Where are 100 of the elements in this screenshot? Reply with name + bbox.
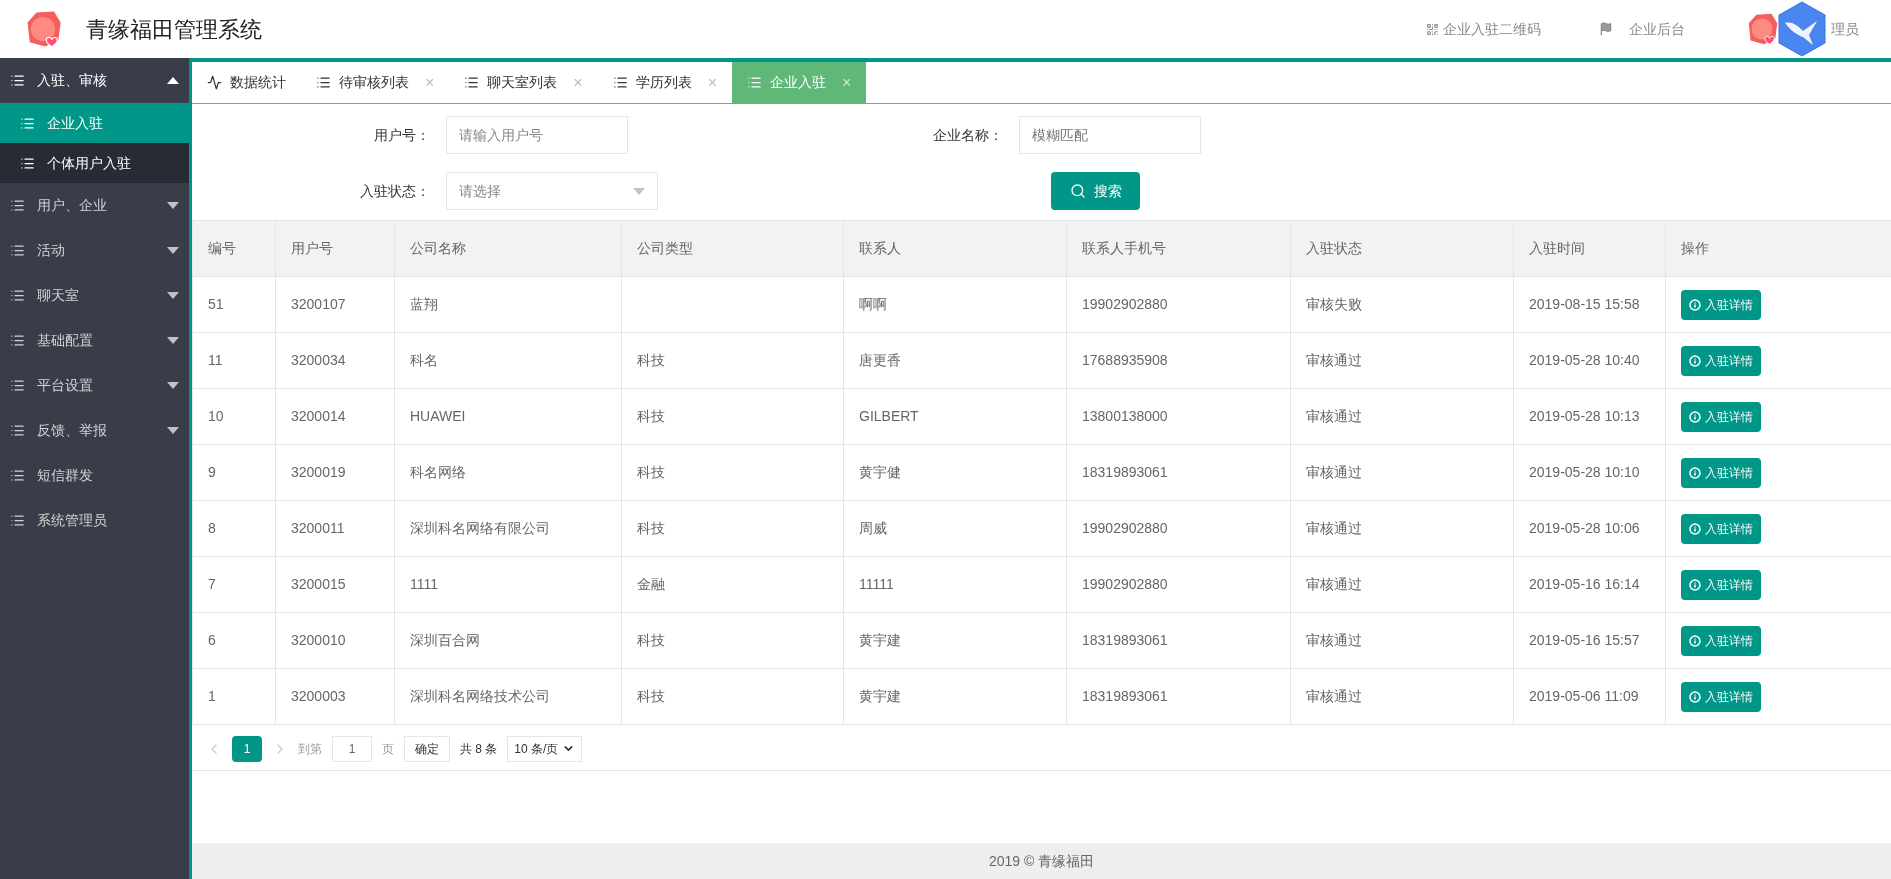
table-cell: 黄宇建 — [843, 668, 1067, 725]
table-cell: 审核通过 — [1290, 668, 1514, 725]
table-cell: 科技 — [621, 388, 844, 445]
status-select[interactable]: 请选择 — [446, 172, 658, 210]
table-cell: 唐更香 — [843, 332, 1067, 389]
header-link[interactable]: 企业后台 — [1599, 18, 1685, 40]
column-header: 入驻时间 — [1513, 220, 1666, 277]
tab[interactable]: 聊天室列表 × — [449, 62, 598, 103]
header-link[interactable]: 企业入驻二维码 — [1426, 18, 1541, 40]
user-number-field[interactable]: 请输入用户号 — [446, 116, 628, 154]
tab[interactable]: 学历列表 × — [597, 62, 733, 103]
column-header: 操作 — [1665, 220, 1891, 277]
sidebar-item[interactable]: 短信群发 — [0, 453, 189, 498]
column-header: 用户号 — [275, 220, 395, 277]
table-cell: 科技 — [621, 668, 844, 725]
details-button[interactable]: 入驻详情 — [1681, 681, 1761, 712]
page-number[interactable]: 1 — [232, 735, 262, 762]
search-icon — [1069, 183, 1086, 199]
caret-down-icon — [167, 202, 179, 209]
list-icon — [10, 73, 25, 88]
footer: 2019 © 青缘福田 — [192, 843, 1891, 879]
list-icon — [316, 75, 331, 90]
search-button[interactable]: 搜索 — [1051, 172, 1140, 210]
sidebar-item[interactable]: 用户、企业 — [0, 183, 189, 228]
username[interactable]: 理员 — [1831, 18, 1859, 40]
close-icon[interactable]: × — [573, 70, 583, 95]
confirm-button[interactable]: 确定 — [404, 735, 450, 762]
table-cell: HUAWEI — [394, 388, 622, 445]
table-cell: 科技 — [621, 444, 844, 501]
table-cell: 17688935908 — [1066, 332, 1291, 389]
details-button[interactable]: 入驻详情 — [1681, 345, 1761, 376]
table-cell: 金融 — [621, 556, 844, 613]
table-cell: GILBERT — [843, 388, 1067, 445]
table-cell: 3200107 — [275, 276, 395, 333]
table-cell: 审核失败 — [1290, 276, 1514, 333]
info-icon — [1689, 522, 1701, 535]
field-label: 企业名称： — [932, 125, 1004, 145]
list-icon — [10, 243, 25, 258]
caret-down-icon — [167, 427, 179, 434]
close-icon[interactable]: × — [425, 70, 435, 95]
qrcode-icon — [1426, 22, 1439, 36]
field-label: 用户号： — [373, 125, 431, 145]
sidebar-item[interactable]: 入驻、审核 — [0, 58, 189, 103]
table-cell: 1111 — [394, 556, 622, 613]
sidebar-subitem[interactable]: 个体用户入驻 — [0, 143, 189, 183]
table-cell: 8 — [192, 500, 276, 557]
table-cell: 审核通过 — [1290, 500, 1514, 557]
list-icon — [10, 288, 25, 303]
table-cell: 深圳科名网络技术公司 — [394, 668, 622, 725]
table-cell: 2019-05-28 10:06 — [1513, 500, 1666, 557]
table-cell: 2019-05-28 10:40 — [1513, 332, 1666, 389]
details-button[interactable]: 入驻详情 — [1681, 289, 1761, 320]
details-button[interactable]: 入驻详情 — [1681, 401, 1761, 432]
column-header: 联系人手机号 — [1066, 220, 1291, 277]
list-icon — [10, 423, 25, 438]
page-size-select[interactable]: 10 条/页 — [507, 735, 583, 762]
details-button[interactable]: 入驻详情 — [1681, 625, 1761, 656]
table-cell: 深圳科名网络有限公司 — [394, 500, 622, 557]
sidebar-item[interactable]: 活动 — [0, 228, 189, 273]
table-cell: 3200015 — [275, 556, 395, 613]
sidebar-item[interactable]: 基础配置 — [0, 318, 189, 363]
field-label: 入驻状态： — [359, 181, 431, 201]
column-header: 入驻状态 — [1290, 220, 1514, 277]
table-cell: 审核通过 — [1290, 388, 1514, 445]
details-button[interactable]: 入驻详情 — [1681, 569, 1761, 600]
table-cell: 2019-05-06 11:09 — [1513, 668, 1666, 725]
table-cell: 审核通过 — [1290, 444, 1514, 501]
table-cell: 51 — [192, 276, 276, 333]
table-cell: 科技 — [621, 332, 844, 389]
table-cell: 2019-05-28 10:10 — [1513, 444, 1666, 501]
sidebar-item[interactable]: 平台设置 — [0, 363, 189, 408]
details-button[interactable]: 入驻详情 — [1681, 513, 1761, 544]
tab[interactable]: 待审核列表 × — [301, 62, 450, 103]
company-name-field[interactable]: 模糊匹配 — [1019, 116, 1201, 154]
table-cell: 18319893061 — [1066, 668, 1291, 725]
tab[interactable]: 数据统计 — [192, 62, 301, 103]
info-icon — [1689, 578, 1701, 591]
list-icon — [10, 468, 25, 483]
caret-down-icon — [167, 292, 179, 299]
table-cell: 2019-08-15 15:58 — [1513, 276, 1666, 333]
list-icon — [10, 198, 25, 213]
total-count: 共 8 条 — [460, 740, 498, 758]
sidebar-item[interactable]: 系统管理员 — [0, 498, 189, 543]
column-header: 联系人 — [843, 220, 1067, 277]
goto-label: 到第 — [298, 740, 322, 758]
tab[interactable]: 企业入驻 × — [732, 62, 867, 103]
page-input[interactable]: 1 — [332, 735, 372, 762]
flag-icon — [1599, 22, 1613, 36]
close-icon[interactable]: × — [707, 70, 718, 95]
list-icon — [464, 75, 480, 90]
sidebar-item[interactable]: 聊天室 — [0, 273, 189, 318]
table-cell: 周威 — [843, 500, 1067, 557]
table-cell: 审核通过 — [1290, 556, 1514, 613]
sidebar-item[interactable]: 反馈、举报 — [0, 408, 189, 453]
sidebar-subitem[interactable]: 企业入驻 — [0, 103, 189, 143]
table-cell: 18319893061 — [1066, 612, 1291, 669]
details-button[interactable]: 入驻详情 — [1681, 457, 1761, 488]
list-icon — [747, 75, 763, 90]
table-cell: 9 — [192, 444, 276, 501]
table-cell: 科名 — [394, 332, 622, 389]
